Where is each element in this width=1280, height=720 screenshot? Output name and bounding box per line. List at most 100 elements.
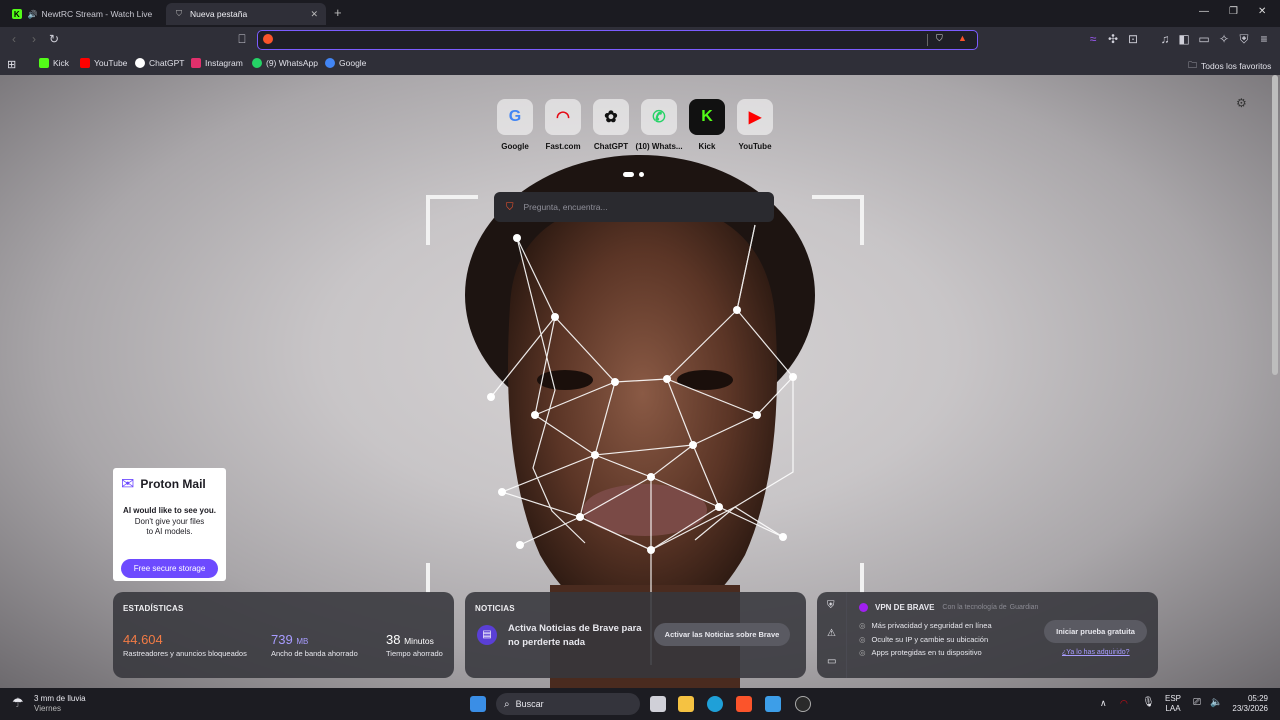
vpn-feature-text: Oculte su IP y cambie su ubicación: [871, 634, 989, 644]
minimize-button[interactable]: —: [1199, 6, 1209, 17]
vpn-already-purchased-link[interactable]: ¿Ya lo has adquirido?: [1062, 649, 1130, 656]
vpn-powered-brand: Guardian: [1009, 604, 1039, 611]
chatgpt-app-icon[interactable]: [795, 696, 811, 712]
screenshot-icon[interactable]: ⊡: [1126, 32, 1140, 46]
stat-bandwidth: 739 MB Ancho de banda ahorrado: [271, 632, 358, 658]
chatgpt-icon: [135, 58, 145, 68]
address-bar[interactable]: ⛉ ▲: [257, 30, 978, 50]
search-box[interactable]: ⛉ Pregunta, encuentra...: [494, 192, 774, 222]
pager-dot-active[interactable]: [623, 172, 634, 177]
proton-cta-button[interactable]: Free secure storage: [121, 559, 218, 578]
news-card: NOTICIAS ▤ Activa Noticias de Brave para…: [465, 592, 806, 678]
volume-icon[interactable]: 🔈: [1210, 697, 1222, 708]
photos-app-icon[interactable]: [765, 696, 781, 712]
apps-grid-icon[interactable]: ⊞: [7, 58, 16, 71]
navigation-toolbar: ‹ › ↻ ⎕ ⛉ ▲ ≈ ✣ ⊡ ♫ ◧ ▭ ✧ ⛨ ≡: [0, 27, 1280, 53]
vpn-shield-icon[interactable]: ⛨: [827, 600, 835, 611]
vpn-trial-button[interactable]: Iniciar prueba gratuita: [1044, 620, 1147, 643]
system-clock[interactable]: 05:29 23/3/2026: [1226, 694, 1268, 714]
weather-widget[interactable]: 3 mm de lluvia Viernes: [34, 694, 86, 714]
taskbar-search[interactable]: ⌕ Buscar: [496, 693, 640, 715]
brave-logo-icon: ⛉: [506, 201, 514, 213]
proton-envelope-icon: ✉: [121, 476, 135, 493]
stat-blocked: 44.604 Rastreadores y anuncios bloqueado…: [123, 632, 247, 658]
show-hidden-icons[interactable]: ∧: [1100, 698, 1107, 709]
vpn-alert-icon[interactable]: ⚠: [827, 628, 836, 639]
all-bookmarks-label: Todos los favoritos: [1201, 61, 1272, 71]
back-icon[interactable]: ‹: [7, 32, 21, 46]
bookmark-icon[interactable]: ⎕: [235, 32, 249, 47]
task-view-icon[interactable]: [650, 696, 666, 712]
brave-browser-icon[interactable]: [736, 696, 752, 712]
speedometer-tray-icon[interactable]: ◠: [1120, 698, 1128, 709]
media-icon[interactable]: ♫: [1158, 32, 1172, 46]
left-eye: [537, 370, 593, 390]
new-tab-button[interactable]: +: [334, 5, 342, 20]
bookmark-kick[interactable]: Kick: [39, 58, 69, 68]
bookmark-instagram[interactable]: Instagram: [191, 58, 243, 68]
youtube-icon: ▶: [737, 99, 773, 135]
bookmark-label: Google: [339, 58, 367, 68]
keyboard-layout-text: LAA: [1165, 704, 1181, 713]
language-indicator[interactable]: ESP LAA: [1165, 694, 1181, 714]
kick-icon: [39, 58, 49, 68]
bookmark-whatsapp[interactable]: (9) WhatsApp: [252, 58, 318, 68]
brave-rewards-icon[interactable]: ▲: [958, 33, 967, 43]
vpn-powered-by: Con la tecnología de: [942, 604, 1007, 611]
page-settings-icon[interactable]: ⚙: [1236, 96, 1247, 110]
tab-newtrc-stream[interactable]: K 🔊 NewtRC Stream - Watch Live on K: [4, 3, 162, 25]
stat-time-value: 38: [386, 632, 401, 647]
proton-mail-ad[interactable]: ✉ Proton Mail AI would like to see you. …: [113, 468, 226, 581]
bookmark-chatgpt[interactable]: ChatGPT: [135, 58, 184, 68]
windows-start-icon[interactable]: [470, 696, 486, 712]
search-icon: ⌕: [504, 698, 510, 710]
bookmarks-bar: ⊞ Kick YouTube ChatGPT Instagram (9) Wha…: [0, 53, 1280, 75]
close-tab-icon[interactable]: ✕: [310, 9, 318, 20]
wallet-icon[interactable]: ▭: [1197, 32, 1211, 46]
restore-button[interactable]: ❐: [1229, 6, 1238, 17]
stat-time: 38 Minutos Tiempo ahorrado: [386, 632, 443, 658]
forward-icon[interactable]: ›: [27, 32, 41, 46]
rain-weather-icon[interactable]: ☂: [12, 695, 24, 711]
scan-frame-bottom-right: [860, 563, 864, 593]
reload-icon[interactable]: ↻: [47, 32, 61, 46]
scan-frame-bottom-left: [426, 563, 430, 593]
edge-browser-icon[interactable]: [707, 696, 723, 712]
proton-text: to AI models.: [146, 527, 193, 536]
scan-frame-top-left: [426, 195, 478, 245]
all-bookmarks-folder[interactable]: 🗀 Todos los favoritos: [1188, 58, 1271, 74]
leo-sparkle-icon[interactable]: ✧: [1217, 32, 1231, 46]
extensions-icon[interactable]: ✣: [1106, 32, 1120, 46]
close-window-button[interactable]: ✕: [1258, 6, 1266, 17]
brave-shields-icon[interactable]: ⛉: [936, 33, 943, 44]
vpn-shield-icon[interactable]: ⛨: [1237, 32, 1251, 47]
menu-icon[interactable]: ≡: [1257, 32, 1271, 46]
folder-icon: 🗀: [1188, 60, 1198, 70]
news-icon: ▤: [477, 625, 497, 645]
microphone-icon[interactable]: 🎙: [1142, 697, 1155, 708]
stats-title: ESTADÍSTICAS: [123, 604, 184, 613]
proton-headline: AI would like to see you.: [123, 506, 216, 515]
clock-time: 05:29: [1247, 694, 1268, 703]
news-text: Activa Noticias de Brave para: [508, 623, 642, 634]
sidebar-icon[interactable]: ◧: [1177, 32, 1191, 46]
check-icon: ◎: [859, 648, 866, 657]
page-scrollbar[interactable]: [1272, 75, 1278, 375]
search-placeholder: Pregunta, encuentra...: [523, 202, 608, 212]
fast-speedometer-icon: ◠: [545, 99, 581, 135]
bookmark-google[interactable]: Google: [325, 58, 366, 68]
vpn-feature: ◎ Más privacidad y seguridad en línea: [859, 619, 992, 633]
pager-dot[interactable]: [639, 172, 645, 177]
tab-nueva-pestana[interactable]: ⛉ Nueva pestaña ✕: [166, 3, 326, 25]
speaker-icon[interactable]: 🔊: [28, 10, 38, 19]
activate-news-button[interactable]: Activar las Noticias sobre Brave: [654, 623, 790, 646]
top-sites-pager[interactable]: [623, 164, 645, 182]
vpn-feature-text: Más privacidad y seguridad en línea: [871, 621, 992, 630]
bookmark-youtube[interactable]: YouTube: [80, 58, 127, 68]
shortcut-youtube[interactable]: ▶ YouTube: [725, 99, 785, 151]
file-explorer-icon[interactable]: [678, 696, 694, 712]
leo-ai-icon[interactable]: ≈: [1086, 32, 1100, 46]
network-icon[interactable]: ⎚: [1193, 697, 1201, 708]
vpn-display-icon[interactable]: ▭: [827, 656, 836, 667]
scan-frame-top-right: [812, 195, 864, 245]
